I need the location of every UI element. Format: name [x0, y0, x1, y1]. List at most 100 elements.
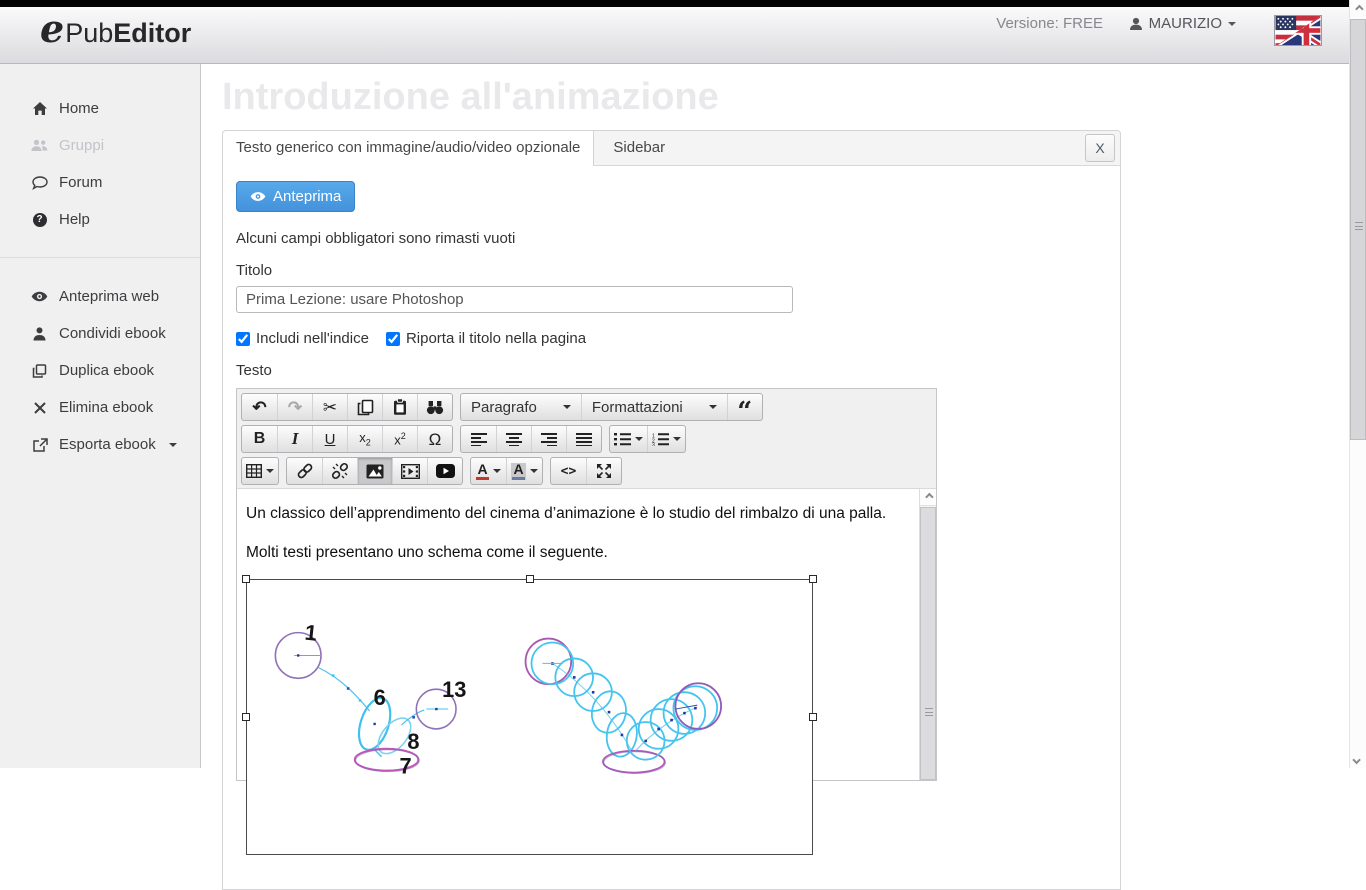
copy-button[interactable]: [347, 394, 382, 420]
selected-image[interactable]: 1 6 8: [246, 579, 813, 855]
scissors-icon: ✂: [323, 399, 337, 416]
language-flag-icon[interactable]: [1274, 15, 1322, 46]
resize-handle-top-left[interactable]: [242, 575, 250, 583]
redo-icon: ↷: [288, 399, 302, 416]
chevron-down-icon: [266, 469, 274, 473]
page-scroll-thumb[interactable]: [1350, 19, 1366, 440]
eye-icon: [31, 291, 48, 302]
sidebar-item-duplica-ebook[interactable]: Duplica ebook: [0, 352, 200, 389]
unlink-icon: [331, 462, 349, 480]
sidebar-item-anteprima-web[interactable]: Anteprima web: [0, 278, 200, 315]
tab-sidebar[interactable]: Sidebar: [594, 131, 684, 166]
link-icon: [296, 462, 314, 480]
insert-media-button[interactable]: [392, 458, 427, 484]
sidebar-item-label: Duplica ebook: [59, 362, 154, 379]
paragraph-format-dropdown[interactable]: Paragrafo: [461, 394, 581, 420]
table-button[interactable]: [242, 458, 278, 484]
bullet-list-button[interactable]: [610, 426, 647, 452]
checkbox-includi-indice[interactable]: Includi nell'indice: [236, 330, 369, 347]
riporta-titolo-checkbox[interactable]: [386, 332, 400, 346]
bold-button[interactable]: B: [242, 426, 277, 452]
sidebar-item-elimina-ebook[interactable]: Elimina ebook: [0, 389, 200, 426]
resize-handle-top-center[interactable]: [526, 575, 534, 583]
resize-handle-mid-left[interactable]: [242, 713, 250, 721]
cut-button[interactable]: ✂: [312, 394, 347, 420]
app-logo[interactable]: ePubEditor: [40, 9, 191, 49]
superscript-button[interactable]: x2: [382, 426, 417, 452]
tab-strip: Testo generico con immagine/audio/video …: [223, 131, 1120, 166]
sidebar-item-help[interactable]: ? Help: [0, 201, 200, 238]
chevron-down-icon: [709, 405, 717, 409]
editor-toolbar: ↶ ↷ ✂: [237, 389, 936, 489]
formats-dropdown[interactable]: Formattazioni: [581, 394, 727, 420]
titolo-label: Titolo: [236, 262, 1107, 279]
background-color-button[interactable]: A: [506, 458, 542, 484]
sidebar-item-forum[interactable]: Forum: [0, 164, 200, 201]
tab-testo-generico[interactable]: Testo generico con immagine/audio/video …: [223, 131, 594, 166]
align-center-button[interactable]: [496, 426, 531, 452]
users-icon: [31, 139, 48, 152]
sidebar-item-label: Condividi ebook: [59, 325, 166, 342]
sidebar-item-home[interactable]: Home: [0, 90, 200, 127]
editor-paragraph: Un classico dell’apprendimento del cinem…: [246, 505, 911, 523]
titolo-input[interactable]: [236, 286, 793, 313]
logo-editor: Editor: [113, 18, 191, 49]
sidebar-item-gruppi[interactable]: Gruppi: [0, 127, 200, 164]
redo-button[interactable]: ↷: [277, 394, 312, 420]
youtube-button[interactable]: [427, 458, 462, 484]
close-button[interactable]: X: [1085, 134, 1115, 162]
includi-indice-checkbox[interactable]: [236, 332, 250, 346]
fullscreen-button[interactable]: [586, 458, 621, 484]
bullet-list-icon: [614, 433, 631, 446]
user-name: MAURIZIO: [1149, 15, 1222, 32]
home-icon: [31, 101, 48, 116]
italic-button[interactable]: I: [277, 426, 312, 452]
special-char-button[interactable]: Ω: [417, 426, 452, 452]
underline-button[interactable]: U: [312, 426, 347, 452]
find-replace-button[interactable]: [417, 394, 452, 420]
preview-button-label: Anteprima: [273, 188, 341, 205]
align-right-button[interactable]: [531, 426, 566, 452]
align-center-icon: [506, 432, 522, 446]
page-scroll-down-button[interactable]: [1350, 751, 1366, 768]
align-justify-button[interactable]: [566, 426, 601, 452]
editor-scrollbar[interactable]: [919, 489, 936, 780]
insert-link-button[interactable]: [287, 458, 322, 484]
sidebar-item-condividi-ebook[interactable]: Condividi ebook: [0, 315, 200, 352]
italic-icon: I: [292, 429, 299, 449]
paste-button[interactable]: [382, 394, 417, 420]
chevron-down-icon: [1352, 755, 1360, 763]
align-left-button[interactable]: [461, 426, 496, 452]
duplicate-icon: [31, 364, 48, 378]
chevron-up-icon: [1355, 4, 1363, 12]
resize-handle-top-right[interactable]: [809, 575, 817, 583]
superscript-icon: x2: [394, 431, 406, 447]
editor-scroll-up-button[interactable]: [920, 489, 936, 506]
checkbox-label: Includi nell'indice: [256, 330, 369, 347]
undo-button[interactable]: ↶: [242, 394, 277, 420]
chevron-down-icon: [169, 443, 177, 447]
insert-image-button[interactable]: [357, 458, 392, 484]
user-menu[interactable]: MAURIZIO: [1129, 15, 1236, 32]
sidebar-item-esporta-ebook[interactable]: Esporta ebook: [0, 426, 200, 463]
resize-handle-mid-right[interactable]: [809, 713, 817, 721]
preview-button[interactable]: Anteprima: [236, 181, 355, 212]
remove-link-button[interactable]: [322, 458, 357, 484]
blockquote-button[interactable]: “: [727, 394, 762, 420]
editor-scroll-thumb[interactable]: [920, 507, 936, 780]
text-color-button[interactable]: A: [471, 458, 506, 484]
table-icon: [246, 464, 262, 478]
rich-text-editor: ↶ ↷ ✂: [236, 388, 937, 781]
diagram-label-13: 13: [442, 677, 466, 702]
align-justify-icon: [576, 432, 592, 446]
page-scroll-up-button[interactable]: [1350, 0, 1366, 17]
checkbox-riporta-titolo[interactable]: Riporta il titolo nella pagina: [386, 330, 586, 347]
page-scrollbar[interactable]: [1349, 0, 1366, 768]
subscript-button[interactable]: x2: [347, 426, 382, 452]
numbered-list-button[interactable]: 123: [647, 426, 685, 452]
source-code-button[interactable]: <>: [551, 458, 586, 484]
checkbox-label: Riporta il titolo nella pagina: [406, 330, 586, 347]
editor-content[interactable]: Un classico dell’apprendimento del cinem…: [237, 489, 921, 780]
diagram-label-1: 1: [304, 620, 319, 646]
chevron-down-icon: [635, 437, 643, 441]
